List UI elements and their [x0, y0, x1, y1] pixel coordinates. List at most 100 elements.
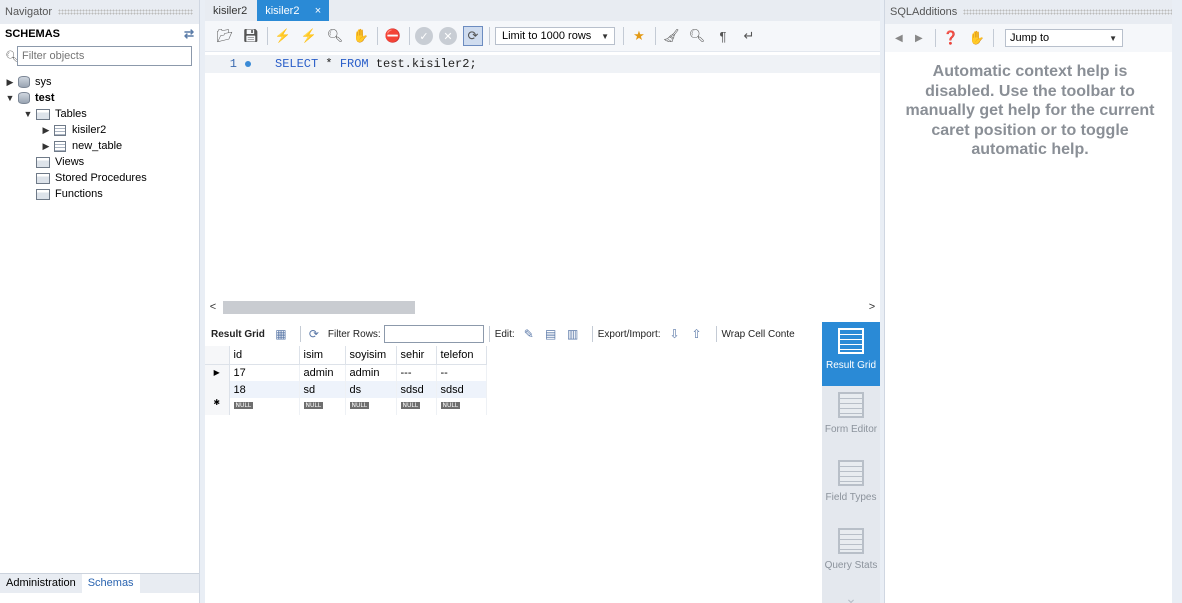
limit-rows-value: Limit to 1000 rows [502, 30, 592, 42]
scroll-right-icon[interactable]: > [864, 301, 880, 313]
column-header-sehir[interactable]: sehir [396, 346, 437, 365]
scroll-track[interactable] [221, 300, 864, 314]
auto-help-icon[interactable]: ✋ [967, 28, 987, 48]
column-header-telefon[interactable]: telefon [436, 346, 487, 365]
new-row[interactable]: ✱ NULL NULL NULL NULL NULL [205, 398, 487, 415]
cell-soyisim[interactable]: NULL [345, 398, 397, 415]
refresh-icon[interactable]: ⟳ [306, 326, 322, 342]
cell-id[interactable]: 17 [229, 364, 300, 381]
find-icon[interactable]: 🔍︎ [687, 26, 707, 46]
tree-item-new-table[interactable]: ▶ new_table [0, 138, 199, 154]
export-icon[interactable]: ⇩ [667, 326, 683, 342]
context-help-icon[interactable]: ❓ [941, 28, 961, 48]
stop-icon[interactable]: ✋ [351, 26, 371, 46]
tree-item-tables[interactable]: ▼ Tables [0, 106, 199, 122]
beautify-icon[interactable]: 🧹︎ [661, 26, 681, 46]
tree-item-kisiler2[interactable]: ▶ kisiler2 [0, 122, 199, 138]
execute-icon[interactable]: ⚡ [273, 26, 293, 46]
cell-telefon[interactable]: -- [436, 364, 487, 381]
schema-tree: ▶ sys ▼ test ▼ Tables ▶ kisiler2 ▶ new_t… [0, 74, 199, 202]
explain-icon[interactable]: 🔍︎ [325, 26, 345, 46]
expand-arrow-icon[interactable]: ▶ [40, 141, 52, 152]
tree-item-stored-procedures[interactable]: Stored Procedures [0, 170, 199, 186]
result-grid-button[interactable]: Result Grid [822, 322, 880, 386]
cell-isim[interactable]: sd [299, 381, 346, 398]
table-row[interactable]: ▶ 17 admin admin --- -- [205, 364, 487, 381]
commit-icon[interactable]: ✓ [415, 27, 433, 45]
import-icon[interactable]: ⇧ [689, 326, 705, 342]
refresh-icon[interactable]: ⇄ [184, 27, 194, 41]
sql-text: test.kisiler2; [368, 57, 477, 71]
tree-item-functions[interactable]: Functions [0, 186, 199, 202]
collapse-arrow-icon[interactable]: ▼ [4, 93, 16, 103]
procedures-folder-icon [36, 172, 50, 184]
back-arrow-icon[interactable]: ◀ [895, 33, 915, 44]
cell-id[interactable]: NULL [229, 398, 300, 415]
query-stats-button[interactable]: Query Stats [822, 522, 880, 590]
row-marker-header [205, 346, 230, 365]
tree-label: Views [55, 156, 85, 168]
grid-icon[interactable]: ▦ [273, 326, 289, 342]
tree-item-test[interactable]: ▼ test [0, 90, 199, 106]
invisible-chars-icon[interactable]: ¶ [713, 26, 733, 46]
scroll-thumb[interactable] [223, 301, 415, 314]
autocommit-toggle-icon[interactable]: ⟳ [463, 26, 483, 46]
tab-kisiler2-inactive[interactable]: kisiler2 [205, 0, 255, 21]
column-header-soyisim[interactable]: soyisim [345, 346, 397, 365]
edit-row-icon[interactable]: ✎ [521, 326, 537, 342]
cell-telefon[interactable]: NULL [436, 398, 487, 415]
cell-telefon[interactable]: sdsd [436, 381, 487, 398]
filter-objects-input[interactable] [17, 46, 192, 66]
wrap-cell-content-label[interactable]: Wrap Cell Conte [722, 329, 795, 340]
table-row[interactable]: 18 sd ds sdsd sdsd [205, 381, 487, 398]
sql-toolbar: 📂︎ 💾︎ ⚡ ⚡ 🔍︎ ✋ ⛔ ✓ ✕ ⟳ Limit to 1000 row… [205, 21, 880, 52]
functions-folder-icon [36, 188, 50, 200]
column-header-id[interactable]: id [229, 346, 300, 365]
cell-sehir[interactable]: sdsd [396, 381, 437, 398]
cell-sehir[interactable]: --- [396, 364, 437, 381]
chevron-down-icon[interactable]: ⌄ [822, 590, 880, 603]
toolbar-separator [409, 27, 410, 45]
toolbar-separator [488, 326, 490, 342]
code-line-1[interactable]: 1 SELECT * FROM test.kisiler2; [205, 55, 880, 73]
cell-isim[interactable]: admin [299, 364, 346, 381]
execute-current-icon[interactable]: ⚡ [299, 26, 319, 46]
limit-rows-select[interactable]: Limit to 1000 rows ▼ [495, 27, 615, 45]
rollback-icon[interactable]: ✕ [439, 27, 457, 45]
tab-administration[interactable]: Administration [0, 574, 82, 593]
delete-row-icon[interactable]: ▥ [565, 326, 581, 342]
tab-kisiler2-active[interactable]: kisiler2 × [257, 0, 330, 21]
wrap-lines-icon[interactable]: ↵ [739, 26, 759, 46]
cell-isim[interactable]: NULL [299, 398, 346, 415]
tree-item-views[interactable]: Views [0, 154, 199, 170]
save-icon[interactable]: 💾︎ [241, 26, 261, 46]
open-file-icon[interactable]: 📂︎ [215, 26, 235, 46]
field-types-button[interactable]: Field Types [822, 454, 880, 522]
forward-arrow-icon[interactable]: ▶ [915, 33, 935, 44]
sql-text: * [318, 57, 340, 71]
query-stats-icon [838, 528, 864, 554]
scroll-left-icon[interactable]: < [205, 301, 221, 313]
sql-code-editor[interactable]: 1 SELECT * FROM test.kisiler2; [205, 52, 880, 298]
add-snippet-icon[interactable]: ★ [629, 26, 649, 46]
collapse-arrow-icon[interactable]: ▼ [22, 109, 34, 119]
insert-row-icon[interactable]: ▤ [543, 326, 559, 342]
column-header-isim[interactable]: isim [299, 346, 346, 365]
cell-soyisim[interactable]: admin [345, 364, 397, 381]
tree-item-sys[interactable]: ▶ sys [0, 74, 199, 90]
cell-sehir[interactable]: NULL [396, 398, 437, 415]
expand-arrow-icon[interactable]: ▶ [40, 125, 52, 136]
field-types-button-label: Field Types [825, 492, 877, 503]
toggle-continue-on-error-icon[interactable]: ⛔ [383, 26, 403, 46]
close-icon[interactable]: × [315, 5, 321, 17]
filter-rows-input[interactable] [383, 325, 484, 343]
tab-schemas[interactable]: Schemas [81, 574, 140, 593]
expand-arrow-icon[interactable]: ▶ [4, 77, 16, 88]
cell-id[interactable]: 18 [229, 381, 300, 398]
jump-to-select[interactable]: Jump to ▼ [1005, 29, 1123, 47]
sql-additions-title: SQLAdditions [890, 6, 958, 18]
form-editor-button[interactable]: Form Editor [822, 386, 880, 454]
horizontal-scrollbar[interactable]: < > [205, 298, 880, 316]
new-row-asterisk-icon: ✱ [205, 398, 230, 415]
cell-soyisim[interactable]: ds [345, 381, 397, 398]
